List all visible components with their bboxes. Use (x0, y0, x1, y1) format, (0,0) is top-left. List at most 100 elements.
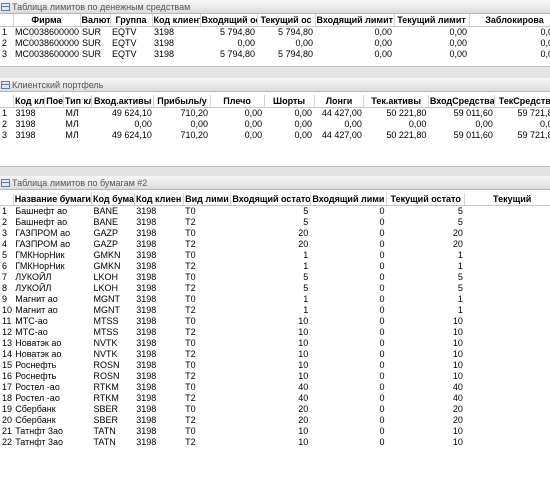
table-cell: T2 (185, 260, 196, 271)
table-cell: T2 (185, 326, 196, 337)
column-header[interactable]: Текущий (464, 193, 550, 206)
column-header[interactable]: Вход.активы (91, 95, 155, 108)
table-row[interactable]: 12 МТС-ао MTSS 3198 T2 10 0 10 (0, 327, 550, 338)
table-row[interactable]: 13 Новатэк ао NVTK 3198 T0 10 0 10 (0, 338, 550, 349)
column-header[interactable]: Заблокирова (469, 14, 550, 27)
column-header[interactable]: Входящий ос (200, 14, 258, 27)
table-row[interactable]: 1 Башнефт ао BANE 3198 T0 5 0 5 (0, 205, 550, 217)
table-cell: 20 (452, 238, 463, 249)
table-row[interactable]: 3 ГАЗПРОМ ао GAZP 3198 T0 20 0 20 (0, 228, 550, 239)
table-row[interactable]: 20 Сбербанк SBER 3198 T2 20 0 20 (0, 415, 550, 426)
table-row[interactable]: 1 3198 МЛ 49 624,10 710,20 0,00 0,00 44 427,00 5… (0, 107, 550, 119)
column-header[interactable]: Код кл (13, 95, 46, 108)
table-row[interactable]: 2 MC0038600000 SUR EQTV 3198 0,00 0,00 0,00 0,00… (0, 38, 550, 49)
table-cell: 49 624,10 (111, 107, 152, 118)
securities-limits-table: Название бумаги Код бума Код клиен Вид л… (0, 193, 550, 448)
column-header[interactable]: Входящий лимит (315, 14, 395, 27)
table-cell: 0,00 (408, 118, 427, 129)
table-row[interactable]: 1 MC0038600000 SUR EQTV 3198 5 794,80 5 794,80… (0, 26, 550, 38)
column-header[interactable]: Тип кл (63, 95, 93, 108)
table-row[interactable]: 15 Роснефть ROSN 3198 T0 10 0 10 (0, 360, 550, 371)
table-row[interactable]: 14 Новатэк ао NVTK 3198 T2 10 0 10 (0, 349, 550, 360)
table-cell: 5 (303, 271, 309, 282)
table-row[interactable]: 22 Татнфт 3ао TATN 3198 T2 10 0 10 (0, 437, 550, 448)
column-header[interactable]: Тек.активы (363, 95, 429, 108)
column-header[interactable]: Шорты (264, 95, 315, 108)
table-row[interactable]: 7 ЛУКОЙЛ LKOH 3198 T0 5 0 5 (0, 272, 550, 283)
column-header[interactable]: Входящий остато (230, 193, 311, 206)
table-cell: 10 (298, 348, 309, 359)
table-cell: МЛ (65, 118, 79, 129)
row-number: 16 (2, 370, 13, 381)
table-cell: 0 (379, 260, 385, 271)
table-cell: 0,00 (540, 48, 550, 59)
table-row[interactable]: 2 Башнефт ао BANE 3198 T2 5 0 5 (0, 217, 550, 228)
table-row[interactable]: 3 MC0038600000 SUR EQTV 3198 5 794,80 5 794,80… (0, 49, 550, 60)
column-header[interactable]: ВходСредства (428, 95, 496, 108)
table-cell: 20 (452, 403, 463, 414)
table-cell (465, 371, 550, 382)
table-cell: 5 (457, 271, 463, 282)
column-header[interactable]: Валюта (80, 14, 111, 27)
column-header[interactable]: Входящий лими (310, 193, 388, 206)
column-header[interactable]: Текущий остато (386, 193, 466, 206)
table-row[interactable]: 17 Ростел -ао RTKM 3198 T0 40 0 40 (0, 382, 550, 393)
table-row[interactable]: 6 ГМКНорНик GMKN 3198 T2 1 0 1 (0, 261, 550, 272)
money-limits-titlebar[interactable]: Таблица лимитов по денежным средствам (0, 0, 550, 14)
column-header[interactable] (0, 193, 14, 206)
column-header[interactable]: Пое (44, 95, 64, 108)
column-header[interactable] (0, 95, 14, 108)
column-header[interactable]: Текущий ос (257, 14, 316, 27)
table-row[interactable]: 16 Роснефть ROSN 3198 T2 10 0 10 (0, 371, 550, 382)
table-cell: T0 (185, 337, 196, 348)
table-row[interactable]: 5 ГМКНорНик GMKN 3198 T0 1 0 1 (0, 250, 550, 261)
column-header[interactable]: Плечо (210, 95, 265, 108)
column-header[interactable]: ТекСредства (494, 95, 550, 108)
table-cell: 3198 (136, 436, 157, 447)
column-header[interactable]: Название бумаги (13, 193, 93, 206)
table-row[interactable]: 2 3198 МЛ 0,00 0,00 0,00 0,00 0,00 0,00 0,00 0,00 (0, 119, 550, 130)
column-header[interactable]: Фирма (13, 14, 81, 27)
table-cell: 0 (379, 370, 385, 381)
table-cell (465, 283, 550, 294)
table-cell: 20 (298, 414, 309, 425)
table-cell: 3198 (136, 326, 157, 337)
client-portfolio-titlebar[interactable]: Клиентский портфель (0, 78, 550, 92)
column-header[interactable]: Код бума (91, 193, 135, 206)
table-row[interactable]: 4 ГАЗПРОМ ао GAZP 3198 T2 20 0 20 (0, 239, 550, 250)
table-cell: 0,00 (294, 107, 313, 118)
securities-limits-titlebar[interactable]: Таблица лимитов по бумагам #2 (0, 176, 550, 190)
column-header[interactable]: Лонги (314, 95, 365, 108)
panel-separator[interactable] (0, 66, 550, 78)
table-row[interactable]: 19 Сбербанк SBER 3198 T0 20 0 20 (0, 404, 550, 415)
table-cell (45, 107, 64, 119)
table-cell: Татнфт 3ао (15, 436, 64, 447)
column-header[interactable]: Группа (110, 14, 153, 27)
table-cell: 3198 (136, 249, 157, 260)
table-cell: Татнфт 3ао (15, 425, 64, 436)
table-row[interactable]: 11 МТС-ао MTSS 3198 T0 10 0 10 (0, 316, 550, 327)
table-cell: 10 (452, 348, 463, 359)
table-cell: 3198 (136, 282, 157, 293)
table-row[interactable]: 3 3198 МЛ 49 624,10 710,20 0,00 0,00 44 427,00 5… (0, 130, 550, 141)
table-row[interactable]: 10 Магнит ао MGNT 3198 T2 1 0 1 (0, 305, 550, 316)
column-header[interactable]: Код клиент (152, 14, 201, 27)
table-row[interactable]: 9 Магнит ао MGNT 3198 T0 1 0 1 (0, 294, 550, 305)
table-row[interactable]: 18 Ростел -ао RTKM 3198 T2 40 0 40 (0, 393, 550, 404)
column-header[interactable]: Текущий лимит (394, 14, 470, 27)
panel-separator[interactable] (0, 166, 550, 176)
table-row[interactable]: 21 Татнфт 3ао TATN 3198 T0 10 0 10 (0, 426, 550, 437)
table-cell: ROSN (93, 359, 120, 370)
table-cell: 3198 (136, 337, 157, 348)
column-header[interactable]: Вид лими (183, 193, 232, 206)
table-cell: TATN (93, 425, 116, 436)
table-cell: 59 011,60 (453, 107, 493, 118)
table-cell: 1 (457, 249, 463, 260)
column-header[interactable] (0, 14, 14, 27)
column-header[interactable]: Код клиен (134, 193, 184, 206)
column-header[interactable]: Прибыль/у (153, 95, 211, 108)
table-cell: T0 (185, 315, 196, 326)
table-row[interactable]: 8 ЛУКОЙЛ LKOH 3198 T2 5 0 5 (0, 283, 550, 294)
table-cell: 50 221,80 (386, 129, 427, 140)
table-cell: 0,00 (134, 118, 152, 129)
